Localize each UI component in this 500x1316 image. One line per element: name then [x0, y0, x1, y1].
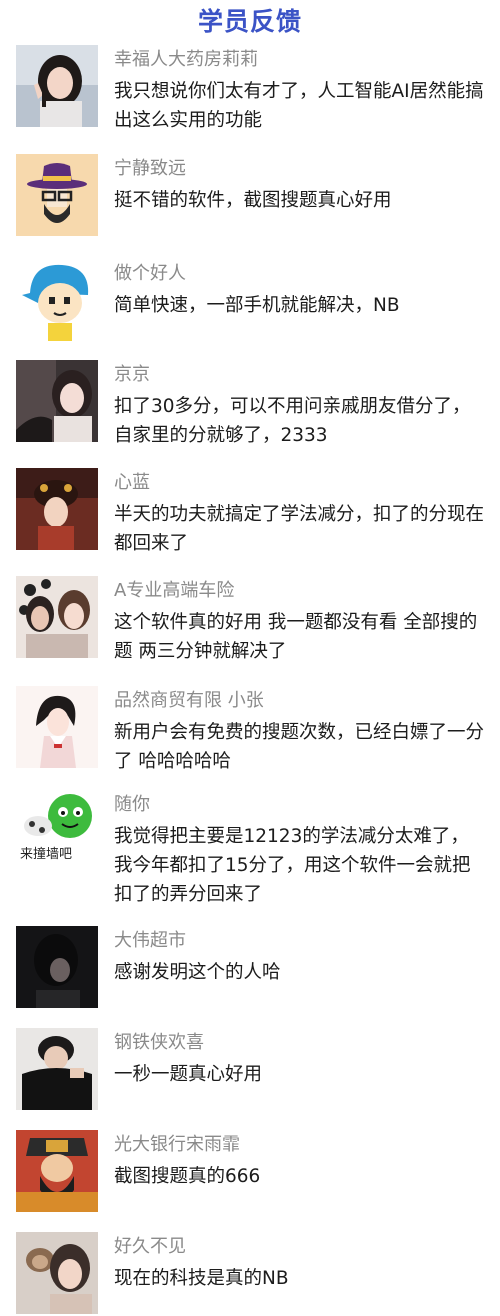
review-text: 扣了30多分，可以不用问亲戚朋友借分了，自家里的分就够了，2333: [114, 396, 471, 446]
reviewer-name: 随你: [114, 794, 150, 815]
review-text: 挺不错的软件，截图搜题真心好用: [114, 190, 392, 211]
reviewer-name: 大伟超市: [114, 930, 186, 951]
review-text: 截图搜题真的666: [114, 1166, 261, 1187]
hat-glasses-man-avatar: [16, 154, 98, 236]
reviewer-name: 光大银行宋雨霏: [114, 1134, 240, 1155]
green-monster-sticker-avatar: 来撞墙吧: [16, 790, 98, 872]
reviewer-name: 品然商贸有限 小张: [114, 690, 264, 711]
svg-text:来撞墙吧: 来撞墙吧: [20, 847, 72, 862]
review-text: 简单快速，一部手机就能解决，NB: [114, 295, 400, 316]
review-text: 一秒一题真心好用: [114, 1064, 263, 1085]
review-text: 我只想说你们太有才了，人工智能AI居然能搞出这么实用的功能: [114, 81, 484, 131]
girl-in-car-avatar: [16, 360, 98, 442]
review-text: 感谢发明这个的人哈: [114, 962, 281, 983]
reviewer-name: 做个好人: [114, 263, 186, 284]
reviewer-name: 钢铁侠欢喜: [114, 1032, 204, 1053]
reviewer-name: 幸福人大药房莉莉: [114, 49, 258, 70]
reviewer-name: 心蓝: [114, 472, 150, 493]
couple-photo-avatar: [16, 576, 98, 658]
feedback-page: 学员反馈 幸福人大药房莉莉 我只想说你们太有才了，人工智能AI居然能搞出这么实用…: [0, 0, 500, 1316]
reviewer-name: 京京: [114, 364, 150, 385]
reviewer-name: 宁静致远: [114, 158, 186, 179]
reviewer-name: 好久不见: [114, 1236, 186, 1257]
review-text: 半天的功夫就搞定了学法减分，扣了的分现在都回来了: [114, 504, 485, 554]
god-of-wealth-avatar: [16, 1130, 98, 1212]
page-title: 学员反馈: [197, 7, 302, 36]
boy-covering-face-avatar: [16, 1028, 98, 1110]
costume-woman-avatar: [16, 468, 98, 550]
review-text: 新用户会有免费的搜题次数，已经白嫖了一分了 哈哈哈哈哈: [114, 722, 485, 772]
review-text: 这个软件真的好用 我一题都没有看 全部搜的题 两三分钟就解决了: [114, 612, 478, 662]
girl-with-monkey-avatar: [16, 1232, 98, 1314]
review-text: 现在的科技是真的NB: [114, 1268, 289, 1289]
illustrated-girl-avatar: [16, 686, 98, 768]
reviewer-name: A专业高端车险: [114, 580, 235, 601]
review-text: 我觉得把主要是12123的学法减分太难了，我今年都扣了15分了，用这个软件一会就…: [114, 826, 471, 905]
cartoon-boy-cap-avatar: [16, 259, 98, 341]
dark-portrait-avatar: [16, 926, 98, 1008]
girl-photo-avatar: [16, 45, 98, 127]
